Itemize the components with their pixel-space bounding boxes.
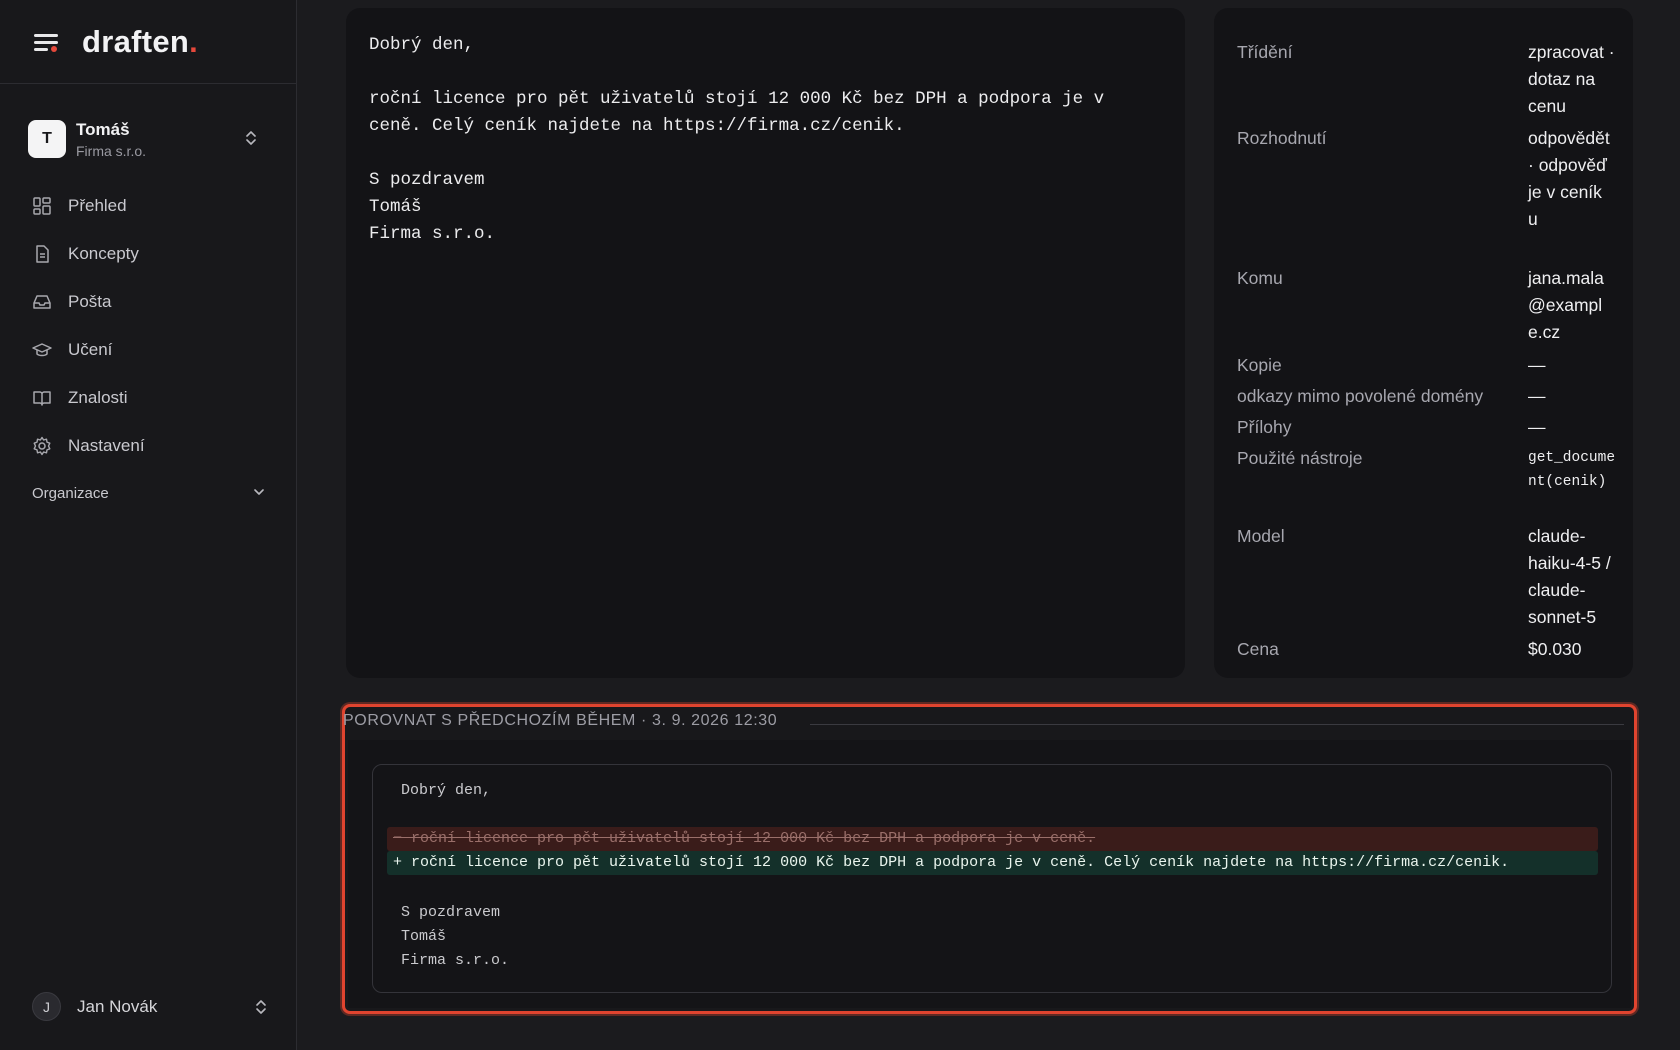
meta-key: Komu <box>1237 268 1283 288</box>
meta-value: — <box>1528 417 1546 437</box>
diff-line-removed: − roční licence pro pět uživatelů stojí … <box>387 827 1598 851</box>
meta-value: odpovědět · odpověď je v ceníku <box>1528 128 1610 229</box>
diff-line-added: + roční licence pro pět uživatelů stojí … <box>387 851 1598 875</box>
chevrons-up-down-icon <box>244 129 258 152</box>
graduation-cap-icon <box>32 340 52 360</box>
diff-line-context: S pozdravem <box>401 904 501 921</box>
organization-section-toggle[interactable]: Organizace <box>32 484 266 502</box>
organization-avatar: T <box>28 120 66 158</box>
nav-label: Nastavení <box>68 436 145 455</box>
nav-label: Znalosti <box>68 388 128 407</box>
nav-label: Pošta <box>68 292 112 311</box>
organization-section-label: Organizace <box>32 484 109 502</box>
email-draft-card: Dobrý den, roční licence pro pět uživate… <box>346 8 1185 678</box>
diff-removed-text: − roční licence pro pět uživatelů stojí … <box>393 830 1096 847</box>
sidebar: draften. T Tomáš Firma s.r.o. Přehled Ko… <box>0 0 297 1050</box>
nav-label: Přehled <box>68 196 127 215</box>
divider <box>810 724 1624 725</box>
book-icon <box>32 388 52 408</box>
user-avatar: J <box>32 992 61 1021</box>
meta-value: zpracovat · dotaz na cenu <box>1528 42 1615 116</box>
nav-item-znalosti[interactable]: Znalosti <box>20 374 274 422</box>
diff-line-context: Firma s.r.o. <box>401 952 510 969</box>
meta-value: get_document(cenik) <box>1528 450 1616 490</box>
nav-item-nastaveni[interactable]: Nastavení <box>20 422 274 470</box>
diff-line-context: Tomáš <box>401 928 447 945</box>
meta-value: $0.030 <box>1528 639 1582 659</box>
diff-line-context: Dobrý den, <box>401 782 492 799</box>
logo-text: draften <box>82 23 190 59</box>
chevron-down-icon <box>252 484 266 502</box>
meta-key: Rozhodnutí <box>1237 128 1327 148</box>
meta-key: Kopie <box>1237 355 1282 375</box>
meta-key: Model <box>1237 526 1285 546</box>
meta-key: odkazy mimo povolené domény <box>1237 386 1484 406</box>
compare-content: Dobrý den, − roční licence pro pět uživa… <box>348 740 1631 1008</box>
nav-item-uceni[interactable]: Učení <box>20 326 274 374</box>
logo-dot: . <box>189 23 199 59</box>
compare-title: POROVNAT S PŘEDCHOZÍM BĚHEM · 3. 9. 2026… <box>343 712 778 729</box>
dashboard-icon <box>32 196 52 216</box>
user-switcher[interactable]: J Jan Novák <box>32 992 268 1021</box>
nav-item-prehled[interactable]: Přehled <box>20 182 274 230</box>
gear-icon <box>32 436 52 456</box>
menu-icon[interactable] <box>32 30 60 54</box>
diff-added-text: + roční licence pro pět uživatelů stojí … <box>393 854 1510 871</box>
compare-previous-run-panel[interactable]: POROVNAT S PŘEDCHOZÍM BĚHEM · 3. 9. 2026… <box>342 704 1637 1014</box>
meta-key: Cena <box>1237 639 1279 659</box>
nav-item-posta[interactable]: Pošta <box>20 278 274 326</box>
organization-company-name: Firma s.r.o. <box>76 142 147 159</box>
diff-view: Dobrý den, − roční licence pro pět uživa… <box>372 764 1612 993</box>
chevrons-up-down-icon <box>254 998 268 1021</box>
nav-label: Koncepty <box>68 244 139 263</box>
organization-switcher[interactable]: T Tomáš Firma s.r.o. <box>24 110 274 168</box>
user-name: Jan Novák <box>77 996 158 1016</box>
meta-key: Přílohy <box>1237 417 1292 437</box>
meta-key: Třídění <box>1237 42 1293 62</box>
logo[interactable]: draften. <box>82 24 198 60</box>
organization-user-name: Tomáš <box>76 119 130 139</box>
brand-bar: draften. <box>0 0 296 84</box>
meta-value: jana.mala@example.cz <box>1528 268 1604 342</box>
meta-value: — <box>1528 355 1546 375</box>
meta-value: claude-haiku-4-5 / claude-sonnet-5 <box>1528 526 1611 627</box>
document-icon <box>32 244 52 264</box>
email-draft-body: Dobrý den, roční licence pro pět uživate… <box>369 35 1105 244</box>
nav-item-koncepty[interactable]: Koncepty <box>20 230 274 278</box>
nav-label: Učení <box>68 340 113 359</box>
meta-key: Použité nástroje <box>1237 448 1363 468</box>
meta-value: — <box>1528 386 1546 406</box>
main-navigation: Přehled Koncepty Pošta Učení Znalosti Na… <box>20 182 274 470</box>
inbox-icon <box>32 292 52 312</box>
draft-metadata-card: Třídění zpracovat · dotaz na cenu Rozhod… <box>1214 8 1633 678</box>
